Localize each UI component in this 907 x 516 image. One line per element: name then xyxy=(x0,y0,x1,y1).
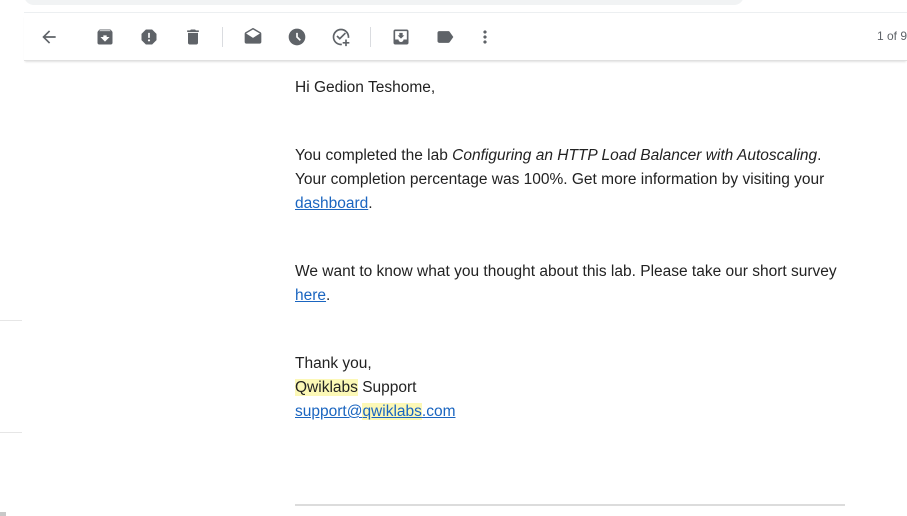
message-toolbar: 1 of 9 xyxy=(24,14,907,61)
more-vert-icon xyxy=(483,30,487,44)
add-to-tasks-button[interactable] xyxy=(325,21,357,53)
search-bar[interactable] xyxy=(24,0,744,5)
support-email: support@qwiklabs.com xyxy=(295,400,855,424)
archive-icon xyxy=(97,29,113,45)
move-to-button[interactable] xyxy=(385,21,417,53)
dashboard-link[interactable]: dashboard xyxy=(295,195,368,212)
footer-divider xyxy=(295,504,845,506)
delete-button[interactable] xyxy=(177,21,209,53)
mark-unread-icon xyxy=(244,27,262,44)
brand-highlight: Qwiklabs xyxy=(295,379,358,396)
signature: Qwiklabs Support xyxy=(295,379,417,396)
left-panel-edge xyxy=(0,320,22,321)
report-spam-icon xyxy=(141,29,157,45)
add-task-icon xyxy=(332,28,350,47)
lab-name: Configuring an HTTP Load Balancer with A… xyxy=(452,147,818,164)
greeting: Hi Gedion Teshome, xyxy=(295,79,436,96)
support-email-link[interactable]: support@qwiklabs.com xyxy=(295,403,455,420)
email-view: 1 of 9 Hi Gedion Teshome, You completed … xyxy=(0,0,907,516)
pagination-count: 1 of 9 xyxy=(877,29,907,43)
mark-unread-button[interactable] xyxy=(237,21,269,53)
archive-button[interactable] xyxy=(89,21,121,53)
clock-icon xyxy=(288,28,306,46)
top-divider xyxy=(24,12,907,13)
report-spam-button[interactable] xyxy=(133,21,165,53)
arrow-left-icon xyxy=(42,30,56,44)
survey-link[interactable]: here xyxy=(295,287,326,304)
snooze-button[interactable] xyxy=(281,21,313,53)
label-icon xyxy=(437,31,454,43)
left-panel-edge xyxy=(0,512,6,516)
left-panel-edge xyxy=(0,432,22,433)
toolbar-separator xyxy=(222,27,223,47)
labels-button[interactable] xyxy=(429,21,461,53)
toolbar-separator xyxy=(370,27,371,47)
trash-icon xyxy=(187,29,199,45)
completion-paragraph: You completed the lab Configuring an HTT… xyxy=(295,147,825,212)
move-to-inbox-icon xyxy=(393,29,409,45)
back-button[interactable] xyxy=(33,21,65,53)
email-body: Hi Gedion Teshome, You completed the lab… xyxy=(295,76,855,424)
thanks: Thank you, xyxy=(295,355,372,372)
survey-paragraph: We want to know what you thought about t… xyxy=(295,263,837,304)
more-button[interactable] xyxy=(469,21,501,53)
